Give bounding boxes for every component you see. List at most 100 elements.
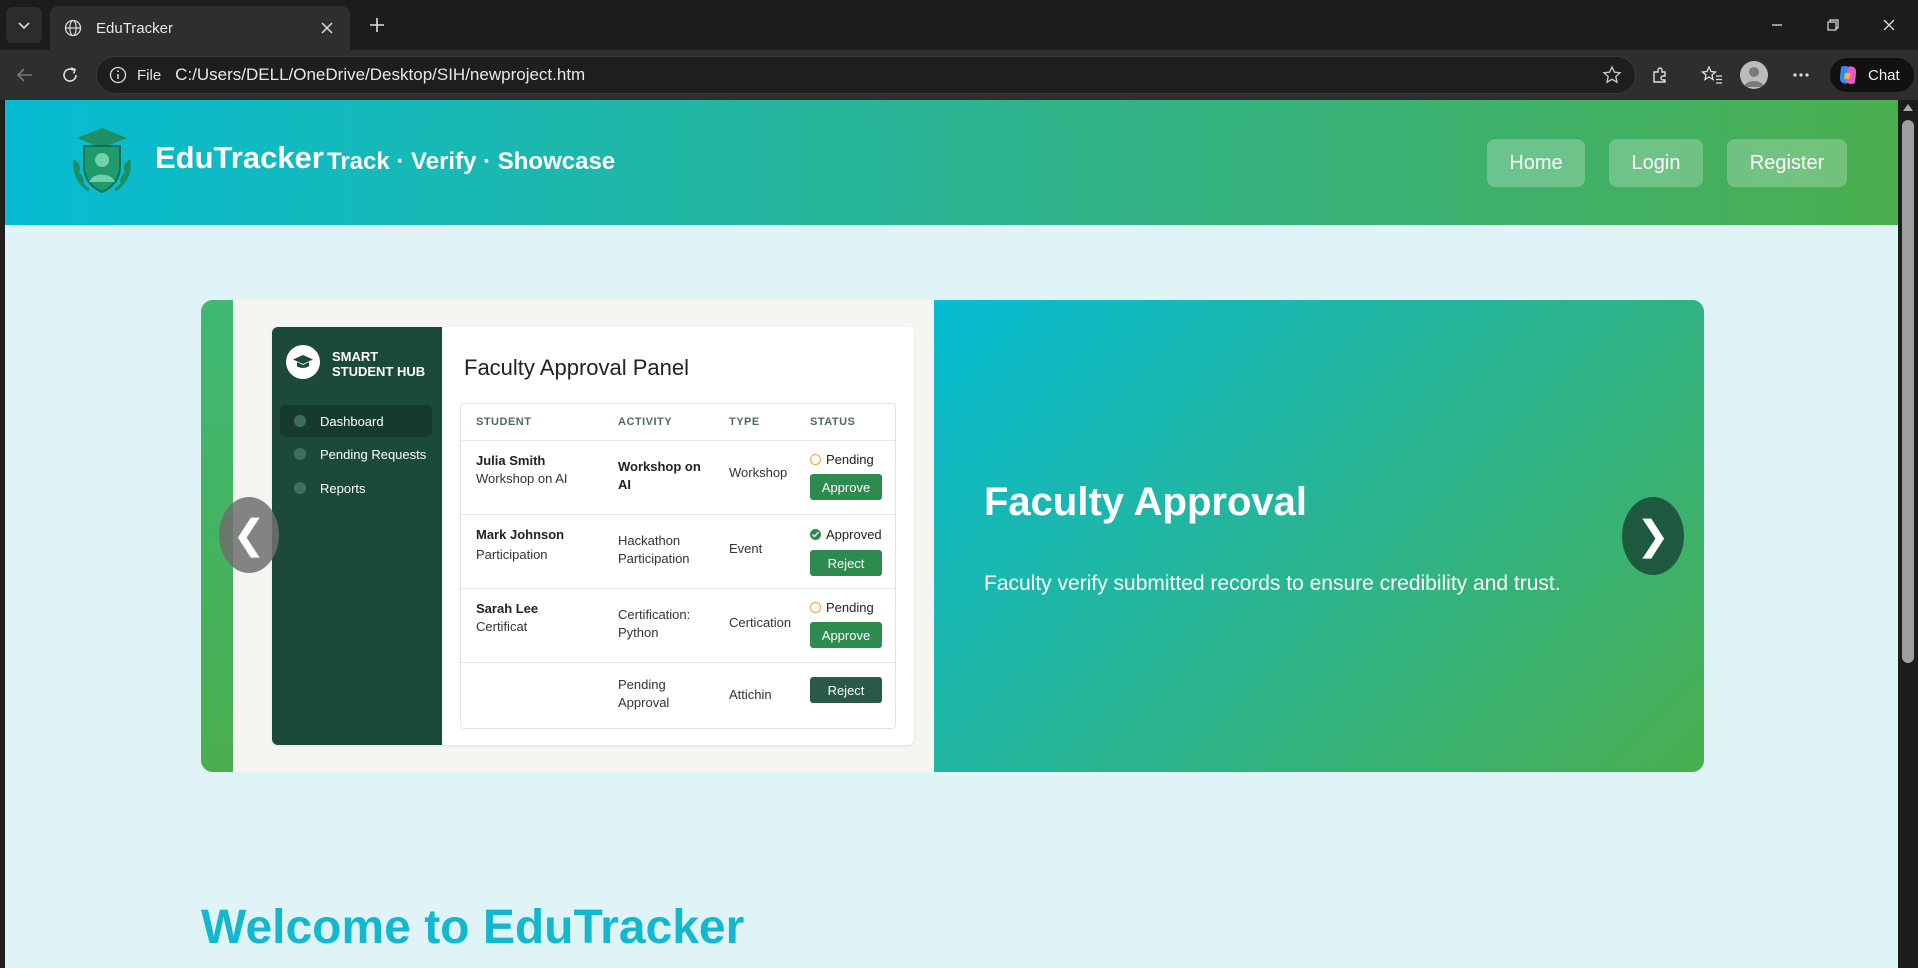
mock-panel-title: Faculty Approval Panel: [464, 355, 690, 380]
plus-icon: [370, 18, 384, 32]
approve-button[interactable]: Approve: [810, 474, 882, 500]
tab-list-button[interactable]: [6, 7, 42, 43]
browser-tab[interactable]: EduTracker: [50, 6, 350, 50]
status-text: Pending: [826, 600, 874, 615]
person-icon: [1744, 67, 1764, 87]
col-header-status: STATUS: [810, 416, 856, 428]
divider: [461, 440, 895, 441]
mock-approval-table: STUDENT ACTIVITY TYPE STATUS Julia Smith…: [460, 403, 896, 729]
page-scrollbar[interactable]: [1898, 100, 1918, 968]
divider: [461, 662, 895, 663]
mock-brand: SMART STUDENT HUB: [332, 349, 432, 379]
reload-icon: [63, 67, 77, 82]
mock-nav-label: Pending Requests: [320, 446, 427, 462]
student-name: Sarah Lee: [476, 601, 539, 616]
mock-brand-line2: STUDENT HUB: [332, 364, 426, 379]
favorites-list-icon: [1701, 65, 1722, 84]
minimize-window-button[interactable]: [1762, 10, 1792, 40]
mock-nav-label: Dashboard: [320, 413, 384, 429]
status-badge: Pending: [810, 452, 874, 467]
carousel-prev-button[interactable]: ❮: [219, 497, 279, 573]
status-badge: Approved: [810, 527, 882, 542]
restore-icon: [1827, 19, 1839, 31]
chat-label: Chat: [1868, 66, 1900, 84]
student-sub: Workshop on AI: [476, 471, 568, 486]
mock-nav-pending-requests: Pending Requests: [280, 438, 432, 470]
puzzle-icon: [1653, 67, 1666, 83]
more-menu-button[interactable]: [1786, 60, 1816, 90]
mock-nav-dashboard: Dashboard: [280, 405, 432, 437]
browser-toolbar: File C:/Users/DELL/OneDrive/Desktop/SIH/…: [0, 50, 1918, 100]
status-text: Pending: [826, 452, 874, 467]
divider: [461, 514, 895, 515]
mock-nav-label: Reports: [320, 480, 366, 496]
clock-icon: [810, 602, 821, 613]
back-arrow-icon: [16, 68, 32, 82]
browser-tab-bar: EduTracker: [0, 0, 1918, 50]
slide-title: Faculty Approval: [984, 480, 1308, 524]
address-bar[interactable]: File C:/Users/DELL/OneDrive/Desktop/SIH/…: [96, 56, 1636, 94]
nav-dot-icon: [294, 482, 306, 494]
chevron-left-icon: ❮: [232, 513, 266, 557]
copilot-icon: [1839, 66, 1857, 84]
info-icon[interactable]: [107, 64, 129, 86]
chevron-right-icon: ❯: [1636, 514, 1670, 558]
nav-home-button[interactable]: Home: [1487, 139, 1585, 187]
favorite-star-icon[interactable]: [1597, 60, 1627, 90]
status-badge: Pending: [810, 600, 874, 615]
nav-dot-icon: [294, 415, 306, 427]
new-tab-button[interactable]: [362, 10, 392, 40]
activity: Workshop on AI: [618, 459, 701, 492]
brand-name[interactable]: EduTracker: [155, 140, 324, 176]
student-name: Julia Smith: [476, 453, 546, 468]
graduation-shield-logo: [67, 126, 137, 198]
col-header-student: STUDENT: [476, 416, 532, 428]
status-text: Approved: [826, 527, 882, 542]
chevron-down-icon: [18, 22, 30, 30]
graduation-cap-icon: [286, 345, 320, 379]
col-header-activity: ACTIVITY: [618, 416, 673, 428]
scroll-up-arrow-icon[interactable]: [1903, 104, 1913, 111]
site-header: EduTracker Track · Verify · Showcase Hom…: [5, 100, 1898, 225]
page-viewport: EduTracker Track · Verify · Showcase Hom…: [5, 100, 1898, 968]
mock-sidebar: SMART STUDENT HUB Dashboard Pending Requ…: [272, 327, 442, 745]
scrollbar-thumb[interactable]: [1902, 120, 1914, 663]
nav-login-button[interactable]: Login: [1609, 139, 1703, 187]
tab-title: EduTracker: [96, 19, 173, 37]
activity-type: Event: [729, 541, 763, 556]
slide-image: SMART STUDENT HUB Dashboard Pending Requ…: [233, 300, 934, 772]
close-tab-icon[interactable]: [316, 17, 338, 39]
close-window-button[interactable]: [1874, 10, 1904, 40]
carousel-next-button[interactable]: ❯: [1622, 497, 1684, 575]
address-url[interactable]: C:/Users/DELL/OneDrive/Desktop/SIH/newpr…: [175, 65, 1597, 85]
extensions-button[interactable]: [1645, 60, 1675, 90]
mock-nav-reports: Reports: [280, 472, 432, 504]
slide-caption: Faculty Approval Faculty verify submitte…: [934, 300, 1704, 772]
check-circle-icon: [810, 529, 821, 540]
student-sub: Participation: [476, 547, 548, 562]
close-icon: [1883, 19, 1895, 31]
favorites-button[interactable]: [1697, 60, 1727, 90]
globe-icon: [62, 17, 84, 39]
student-name: Mark Johnson: [476, 527, 565, 542]
activity: Certification: Python: [618, 607, 691, 640]
nav-dot-icon: [294, 448, 306, 460]
activity: Hackathon Participation: [618, 533, 690, 566]
restore-window-button[interactable]: [1818, 10, 1848, 40]
feature-carousel: SMART STUDENT HUB Dashboard Pending Requ…: [201, 300, 1704, 772]
welcome-heading: Welcome to EduTracker: [201, 901, 745, 954]
activity: Pending Approval: [618, 677, 670, 710]
approve-button[interactable]: Approve: [810, 622, 882, 648]
col-header-type: TYPE: [729, 416, 760, 428]
clock-icon: [810, 454, 821, 465]
profile-avatar[interactable]: [1740, 61, 1768, 89]
nav-register-button[interactable]: Register: [1727, 139, 1847, 187]
reload-button[interactable]: [55, 60, 85, 90]
divider: [461, 588, 895, 589]
back-button[interactable]: [10, 60, 40, 90]
reject-button[interactable]: Reject: [810, 550, 882, 576]
minimize-icon: [1772, 24, 1782, 26]
activity-type: Workshop: [729, 465, 788, 480]
reject-button[interactable]: Reject: [810, 677, 882, 703]
copilot-chat-button[interactable]: Chat: [1830, 58, 1914, 92]
